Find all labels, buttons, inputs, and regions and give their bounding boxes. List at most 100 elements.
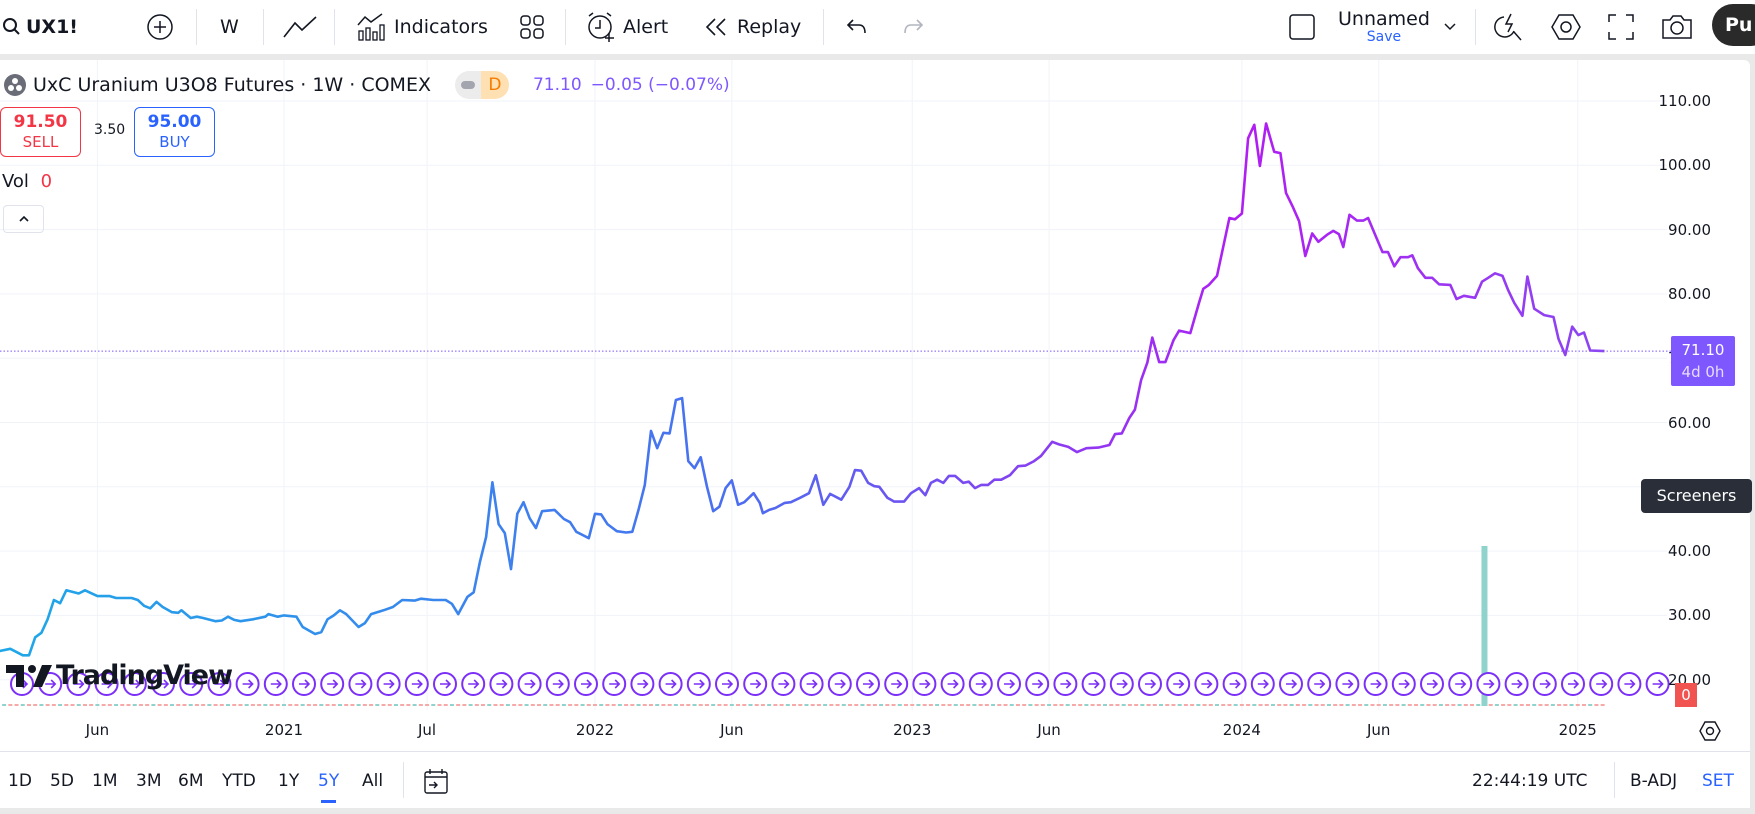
range-6m[interactable]: 6M <box>178 752 203 809</box>
event-marker-icon <box>292 672 316 696</box>
price-tick-label: 30.00 <box>1668 606 1711 625</box>
volume-bar <box>537 704 542 706</box>
event-marker-icon <box>404 672 429 696</box>
buy-button[interactable]: 95.00 BUY <box>134 107 215 157</box>
time-tick-label: 2021 <box>264 721 304 739</box>
legend-change: −0.05 (−0.07%) <box>590 75 730 95</box>
volume-bar <box>866 704 871 706</box>
volume-bar <box>337 704 342 706</box>
range-1d[interactable]: 1D <box>8 752 32 809</box>
volume-bar <box>400 704 405 706</box>
volume-bar <box>406 704 411 706</box>
delayed-badge: D <box>480 71 509 99</box>
range-all[interactable]: All <box>362 752 383 809</box>
range-ytd[interactable]: YTD <box>222 752 256 809</box>
volume-bar <box>1015 704 1020 706</box>
volume-bar <box>1563 704 1568 706</box>
volume-bar <box>605 704 610 706</box>
buy-price: 95.00 <box>147 112 202 132</box>
volume-bar <box>288 704 293 706</box>
volume-bar <box>1513 704 1518 706</box>
volume-bar <box>114 704 119 706</box>
volume-bar <box>798 704 803 706</box>
volume-bar <box>1115 704 1120 706</box>
volume-bar <box>331 704 336 706</box>
volume-bar <box>879 704 884 706</box>
volume-bar <box>1594 704 1599 706</box>
adjustment-button[interactable]: B-ADJ <box>1630 752 1677 809</box>
volume-bar <box>45 704 50 706</box>
volume-bar <box>362 704 367 706</box>
volume-bar <box>1277 704 1282 706</box>
range-5d[interactable]: 5D <box>50 752 74 809</box>
volume-bar <box>1326 704 1331 706</box>
volume-bar <box>1159 704 1164 706</box>
go-to-date-button[interactable] <box>423 752 449 809</box>
volume-bar <box>1121 704 1126 706</box>
volume-bar <box>151 704 156 706</box>
volume-bar <box>543 704 548 706</box>
volume-bar <box>1501 704 1506 706</box>
range-3m[interactable]: 3M <box>136 752 161 809</box>
volume-bar <box>1345 704 1350 706</box>
price-chart[interactable] <box>0 0 1755 814</box>
volume-bar <box>1463 704 1468 706</box>
sell-button[interactable]: 91.50 SELL <box>0 107 81 157</box>
volume-bar <box>586 704 591 706</box>
volume-bar <box>1059 704 1064 706</box>
volume-bar <box>493 704 498 706</box>
event-marker-icon <box>1476 672 1501 696</box>
time-tick-label: 2024 <box>1222 721 1261 739</box>
symbol-title[interactable]: UxC Uranium U3O8 Futures · 1W · COMEX <box>33 74 431 96</box>
volume-bar <box>680 704 685 706</box>
volume-bar <box>1146 704 1151 706</box>
volume-bar <box>82 704 87 706</box>
event-marker-icon <box>1194 672 1219 696</box>
price-line <box>0 122 1605 657</box>
event-marker-icon <box>799 672 824 696</box>
volume-bar <box>1308 704 1313 706</box>
time-tick-label: 2022 <box>575 721 615 739</box>
volume-bar <box>8 704 13 706</box>
volume-bar <box>219 704 224 706</box>
tradingview-logo[interactable]: TradingView <box>6 660 233 691</box>
event-marker-icon <box>320 672 345 696</box>
range-1m[interactable]: 1M <box>92 752 117 809</box>
axis-settings-button[interactable] <box>1698 719 1722 747</box>
volume-bar <box>841 704 846 706</box>
range-5y[interactable]: 5Y <box>318 752 339 809</box>
volume-bar <box>530 704 535 706</box>
volume-bar <box>1165 704 1170 706</box>
volume-bar <box>754 704 759 706</box>
time-tick-label: 2023 <box>893 721 932 739</box>
volume-bar <box>997 704 1002 706</box>
volume-bar <box>848 704 853 706</box>
event-marker-icon <box>912 672 937 696</box>
volume-bar <box>872 704 877 706</box>
volume-bar <box>1494 704 1499 706</box>
volume-bar <box>1351 704 1356 706</box>
volume-bar <box>686 704 691 706</box>
volume-bar <box>891 704 896 706</box>
session-button[interactable]: SET <box>1702 752 1734 809</box>
symbol-logo-icon <box>4 74 26 96</box>
range-1y[interactable]: 1Y <box>278 752 299 809</box>
volume-bar <box>860 704 865 706</box>
volume-bar <box>1127 704 1132 706</box>
event-marker-icon <box>461 672 486 696</box>
volume-bar <box>89 704 94 706</box>
volume-bar <box>275 704 280 706</box>
volume-bar <box>306 704 311 706</box>
clock[interactable]: 22:44:19 UTC <box>1472 752 1587 809</box>
volume-bar <box>437 704 442 706</box>
volume-bar <box>1152 704 1157 706</box>
volume-legend: Vol 0 <box>2 171 52 192</box>
event-marker-icon <box>1081 672 1106 696</box>
divider <box>1614 762 1615 798</box>
volume-bar <box>375 704 380 706</box>
event-marker-icon <box>602 672 627 696</box>
collapse-legend-button[interactable] <box>3 205 44 233</box>
buy-label: BUY <box>159 133 190 151</box>
market-status[interactable]: D <box>454 71 509 99</box>
volume-bar <box>499 704 504 706</box>
